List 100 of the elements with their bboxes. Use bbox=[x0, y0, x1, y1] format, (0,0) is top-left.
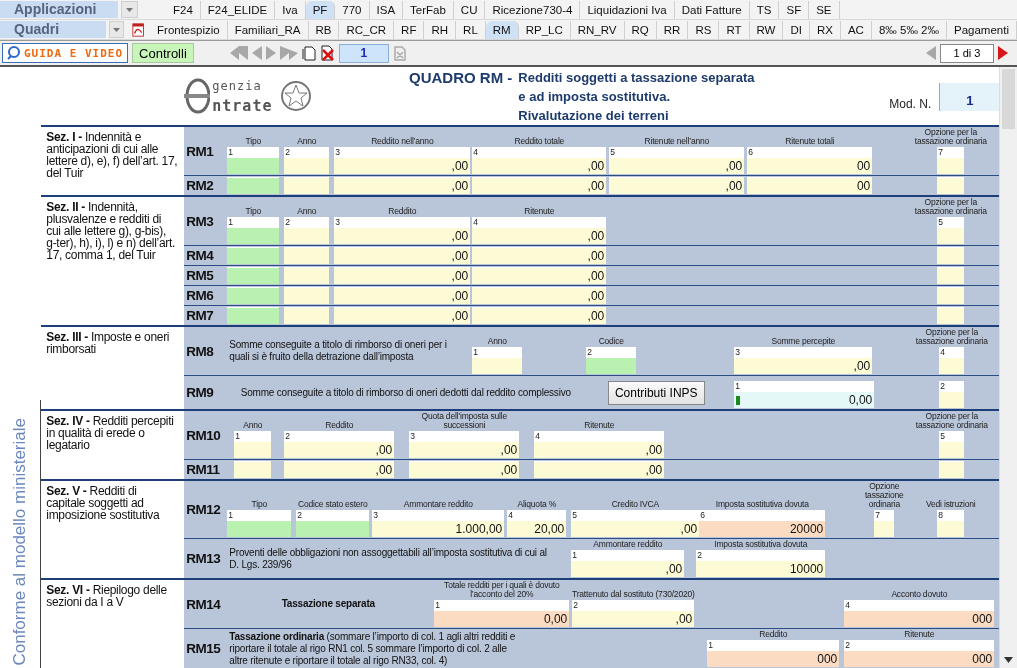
tab[interactable]: RS bbox=[688, 20, 720, 39]
input-field[interactable] bbox=[227, 287, 280, 304]
tab[interactable]: ISA bbox=[369, 0, 404, 19]
scroll-thumb[interactable] bbox=[1002, 69, 1016, 129]
tab[interactable]: RQ bbox=[624, 20, 657, 39]
tab[interactable]: RT bbox=[719, 20, 750, 39]
input-field[interactable]: 7 bbox=[874, 510, 895, 537]
input-field[interactable]: 00 bbox=[747, 177, 873, 194]
input-field[interactable]: ,00 bbox=[409, 461, 520, 478]
tab[interactable]: Liquidazioni Iva bbox=[580, 0, 675, 19]
input-field[interactable]: 4 ,00 bbox=[472, 147, 607, 174]
input-field[interactable]: 3 ,00 bbox=[334, 217, 471, 244]
tab[interactable]: F24 bbox=[166, 0, 201, 19]
tab[interactable]: PF bbox=[305, 0, 336, 19]
input-field[interactable]: 2 ,00 bbox=[572, 600, 695, 627]
scrollbar[interactable] bbox=[999, 67, 1017, 668]
input-field[interactable]: 1 bbox=[227, 510, 292, 537]
input-field[interactable]: 1 0,00 bbox=[734, 381, 875, 408]
input-field[interactable]: 2 bbox=[296, 510, 370, 537]
input-field[interactable] bbox=[937, 267, 965, 284]
input-field[interactable]: 1 bbox=[234, 431, 272, 458]
tab[interactable]: Dati Fatture bbox=[674, 0, 750, 19]
tab[interactable]: RP_LC bbox=[518, 20, 571, 39]
tab[interactable]: SF bbox=[779, 0, 810, 19]
input-field[interactable]: ,00 bbox=[334, 287, 471, 304]
input-field[interactable]: 3 1.000,00 bbox=[372, 510, 505, 537]
pdf-icon[interactable] bbox=[131, 21, 145, 38]
input-field[interactable]: 8 bbox=[937, 510, 965, 537]
module-number-field[interactable]: 1 bbox=[939, 83, 1000, 111]
input-field[interactable]: 1 bbox=[472, 347, 523, 374]
input-field[interactable]: 5 bbox=[937, 217, 965, 244]
tab[interactable]: Frontespizio bbox=[150, 20, 228, 39]
contributi-button[interactable]: Contributi INPS bbox=[607, 380, 705, 405]
input-field[interactable] bbox=[937, 177, 965, 194]
input-field[interactable]: 1 bbox=[227, 217, 280, 244]
tab[interactable]: DI bbox=[783, 20, 810, 39]
input-field[interactable]: 6 00 bbox=[747, 147, 873, 174]
next-icon[interactable] bbox=[998, 46, 1008, 60]
input-field[interactable]: ,00 bbox=[609, 177, 745, 194]
input-field[interactable]: 2 ,00 bbox=[284, 431, 395, 458]
input-field[interactable]: ,00 bbox=[534, 461, 665, 478]
input-field[interactable]: 4 ,00 bbox=[472, 217, 607, 244]
check-button[interactable]: Controlli bbox=[132, 43, 194, 63]
input-field[interactable] bbox=[227, 307, 280, 324]
page-icon[interactable] bbox=[392, 45, 407, 61]
input-field[interactable]: 2 bbox=[284, 147, 330, 174]
tab[interactable]: 8‰ 5‰ 2‰ bbox=[871, 20, 947, 39]
previous-icon[interactable] bbox=[926, 46, 936, 60]
input-field[interactable] bbox=[227, 267, 280, 284]
input-field[interactable]: 5 bbox=[939, 431, 965, 458]
input-field[interactable]: ,00 bbox=[284, 461, 395, 478]
tab[interactable]: RM bbox=[485, 20, 519, 39]
next-page-icon[interactable] bbox=[265, 46, 276, 60]
tab[interactable]: RR bbox=[656, 20, 689, 39]
input-field[interactable]: 3 ,00 bbox=[409, 431, 520, 458]
input-field[interactable]: 1 0,00 bbox=[434, 600, 570, 627]
tab[interactable]: RW bbox=[749, 20, 784, 39]
input-field[interactable]: ,00 bbox=[334, 177, 471, 194]
tab[interactable]: Familiari_RA bbox=[227, 20, 309, 39]
input-field[interactable]: 2 bbox=[284, 217, 330, 244]
dropdown-button[interactable] bbox=[121, 1, 138, 18]
delete-page-icon[interactable] bbox=[319, 45, 335, 61]
input-field[interactable]: 3 ,00 bbox=[734, 347, 873, 374]
tab[interactable]: AC bbox=[840, 20, 872, 39]
tab[interactable]: CU bbox=[453, 0, 486, 19]
input-field[interactable] bbox=[937, 307, 965, 324]
input-field[interactable] bbox=[937, 287, 965, 304]
scroll-down-icon[interactable] bbox=[1004, 657, 1014, 663]
input-field[interactable]: ,00 bbox=[472, 267, 607, 284]
input-field[interactable]: 2 bbox=[586, 347, 637, 374]
tab[interactable]: RX bbox=[809, 20, 841, 39]
input-field[interactable]: 2 000 bbox=[844, 640, 995, 667]
input-field[interactable]: 1 ,00 bbox=[571, 550, 685, 577]
input-field[interactable]: 5 ,00 bbox=[609, 147, 745, 174]
input-field[interactable]: ,00 bbox=[334, 307, 471, 324]
input-field[interactable]: ,00 bbox=[334, 267, 471, 284]
new-page-icon[interactable] bbox=[301, 45, 316, 61]
tab[interactable]: RB bbox=[308, 20, 340, 39]
input-field[interactable]: 4 ,00 bbox=[534, 431, 665, 458]
input-field[interactable]: 4 bbox=[939, 347, 965, 374]
tab[interactable]: Ricezione730-4 bbox=[485, 0, 581, 19]
input-field[interactable] bbox=[939, 461, 965, 478]
input-field[interactable] bbox=[284, 267, 330, 284]
input-field[interactable]: 1 000 bbox=[707, 640, 840, 667]
tab[interactable]: Pagamenti bbox=[947, 20, 1017, 39]
input-field[interactable]: 2 bbox=[939, 381, 965, 408]
first-page-icon[interactable] bbox=[229, 46, 248, 60]
tab[interactable]: RN_RV bbox=[570, 20, 625, 39]
input-field[interactable] bbox=[227, 177, 280, 194]
input-field[interactable]: ,00 bbox=[472, 287, 607, 304]
tab[interactable]: Iva bbox=[275, 0, 306, 19]
input-field[interactable] bbox=[284, 247, 330, 264]
tab[interactable]: RF bbox=[394, 20, 425, 39]
input-field[interactable] bbox=[284, 287, 330, 304]
input-field[interactable]: 4 20,00 bbox=[507, 510, 567, 537]
tab[interactable]: 770 bbox=[335, 0, 370, 19]
input-field[interactable] bbox=[227, 247, 280, 264]
tab[interactable]: RC_CR bbox=[339, 20, 395, 39]
input-field[interactable]: ,00 bbox=[472, 247, 607, 264]
input-field[interactable]: 7 bbox=[937, 147, 965, 174]
